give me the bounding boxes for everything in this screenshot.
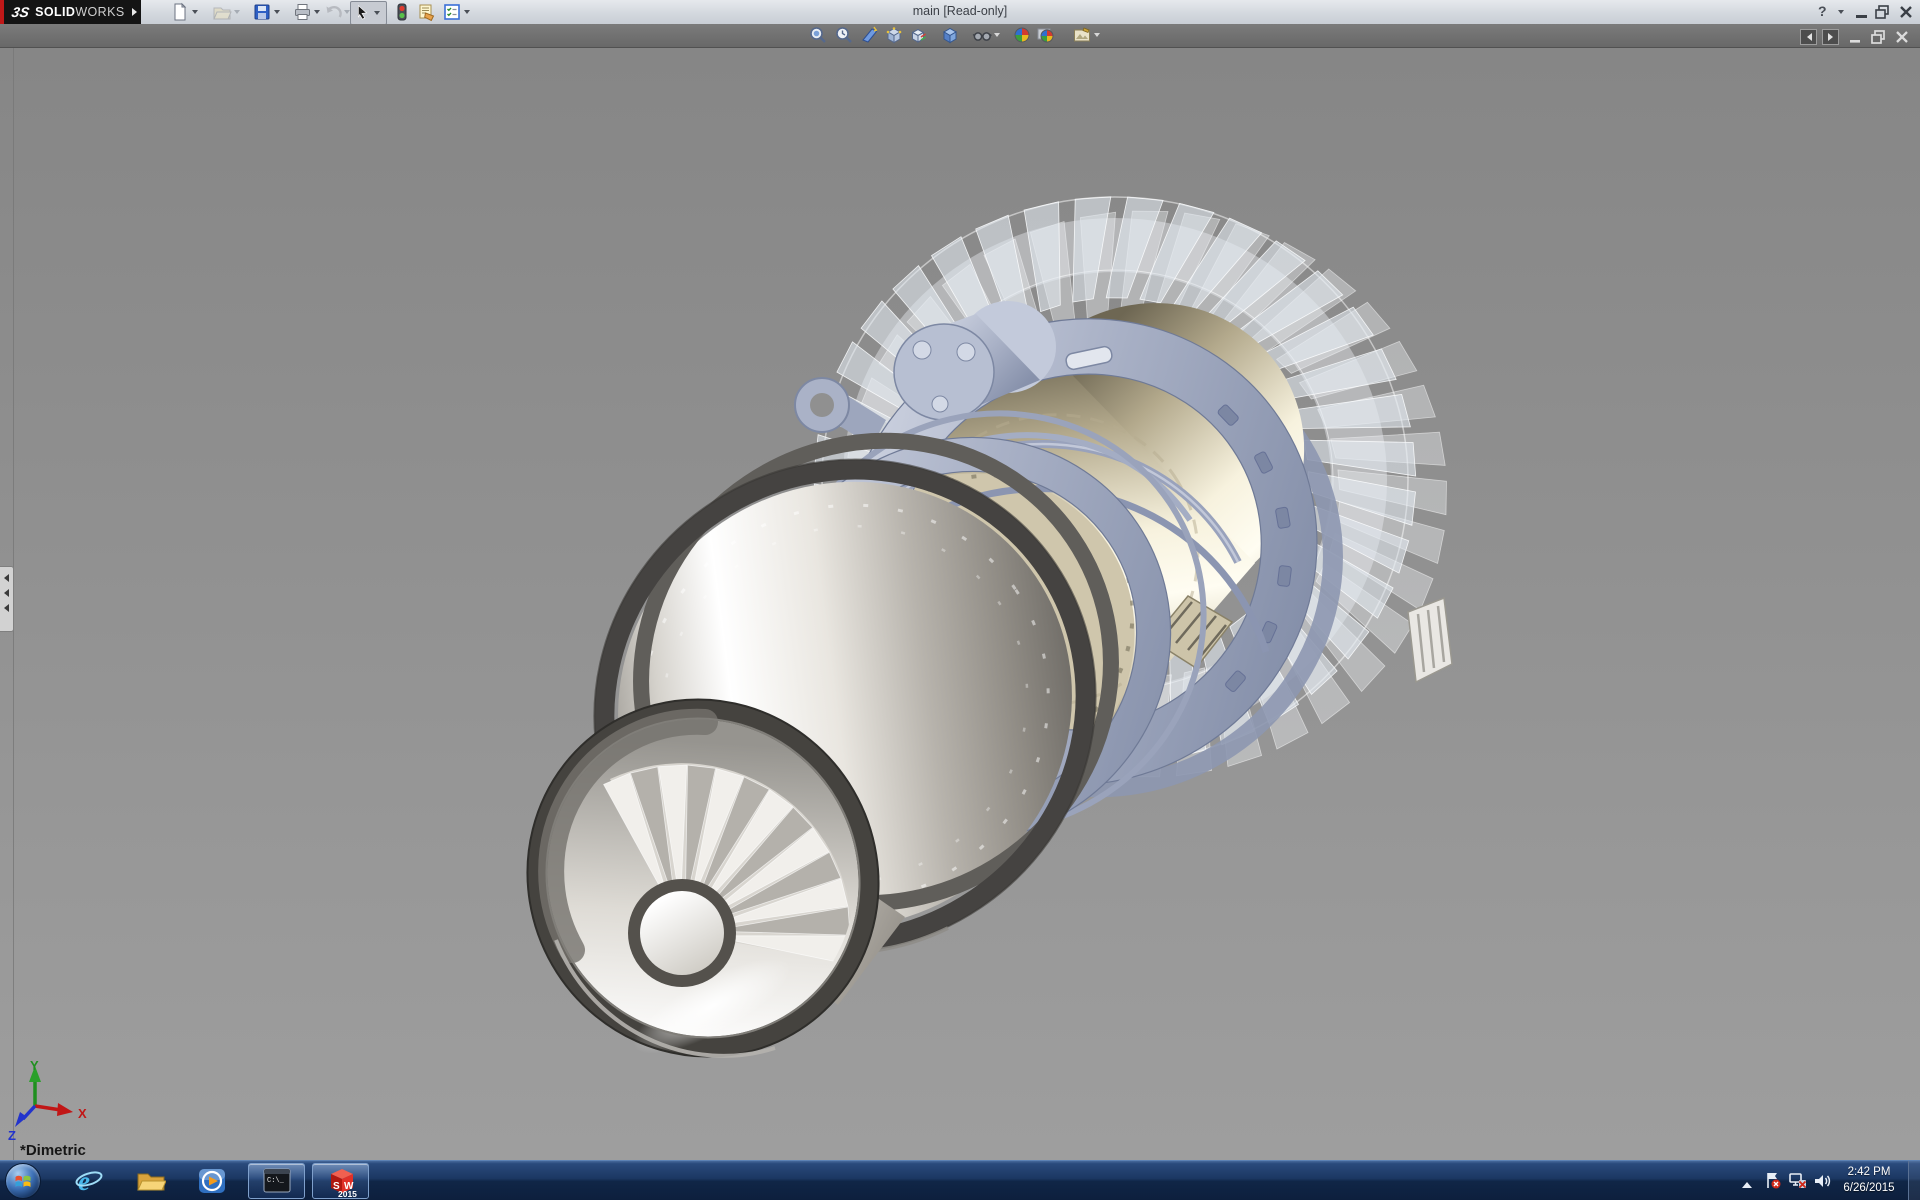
help-icon[interactable]: ? xyxy=(1818,3,1827,19)
solidworks-2015-button[interactable]: S W 2015 xyxy=(312,1163,369,1199)
shaded-view-cube-icon[interactable] xyxy=(940,25,960,45)
zoom-to-area-icon[interactable] xyxy=(834,25,854,45)
media-player-button[interactable] xyxy=(197,1166,227,1196)
restore-button[interactable] xyxy=(1872,2,1892,22)
svg-text:C:\_: C:\_ xyxy=(267,1177,285,1185)
command-prompt-button[interactable]: C:\_ xyxy=(248,1163,305,1199)
hide-show-items-icon[interactable] xyxy=(972,25,992,45)
volume-icon[interactable] xyxy=(1812,1171,1832,1191)
show-hidden-icons[interactable] xyxy=(1742,1177,1752,1188)
close-document-button[interactable] xyxy=(1892,27,1912,47)
start-button[interactable] xyxy=(5,1163,41,1199)
taskbar: e C:\_ S W 2 xyxy=(0,1160,1920,1200)
headsup-strip xyxy=(0,24,1920,48)
solidworks-window: Y X Z *Dimetric 3S SOLIDWORKS xyxy=(0,0,1920,1200)
feature-panel-flyout-tab[interactable] xyxy=(0,566,14,632)
triad-y-label: Y xyxy=(30,1058,39,1073)
section-view-icon[interactable] xyxy=(860,25,880,45)
zoom-to-fit-icon[interactable] xyxy=(808,25,828,45)
apply-scene-icon[interactable] xyxy=(1036,25,1056,45)
hide-show-dropdown[interactable] xyxy=(994,33,1000,40)
view-orientation-label: *Dimetric xyxy=(20,1142,86,1159)
close-button[interactable] xyxy=(1896,2,1916,22)
title-bar: 3S SOLIDWORKS xyxy=(0,0,1920,25)
svg-text:e: e xyxy=(78,1166,90,1196)
svg-text:2015: 2015 xyxy=(338,1189,357,1198)
action-center-flag-icon[interactable] xyxy=(1764,1171,1782,1191)
windows-explorer-button[interactable] xyxy=(136,1166,166,1196)
orientation-triad: Y X Z xyxy=(6,1056,106,1152)
display-style-icon[interactable] xyxy=(908,25,928,45)
clock-date: 6/26/2015 xyxy=(1836,1180,1902,1196)
network-status-icon[interactable] xyxy=(1788,1171,1808,1191)
minimize-button[interactable] xyxy=(1852,2,1872,22)
minimize-document-button[interactable] xyxy=(1846,27,1866,47)
window-title: main [Read-only] xyxy=(0,4,1920,18)
restore-document-button[interactable] xyxy=(1868,27,1888,47)
triad-z-label: Z xyxy=(8,1128,16,1143)
previous-window-button[interactable] xyxy=(1800,29,1817,45)
next-window-button[interactable] xyxy=(1822,29,1839,45)
windows-flag-icon xyxy=(13,1171,33,1191)
edit-appearance-icon[interactable] xyxy=(1012,25,1032,45)
view-settings-icon[interactable] xyxy=(1072,25,1092,45)
clock-time: 2:42 PM xyxy=(1836,1164,1902,1180)
show-desktop-button[interactable] xyxy=(1908,1161,1920,1200)
internet-explorer-button[interactable]: e xyxy=(74,1166,104,1196)
command-prompt-icon: C:\_ xyxy=(263,1168,291,1194)
triad-x-label: X xyxy=(78,1106,87,1121)
view-settings-dropdown[interactable] xyxy=(1094,33,1100,40)
view-orientation-icon[interactable] xyxy=(884,25,904,45)
help-dropdown[interactable] xyxy=(1838,10,1844,17)
clock[interactable]: 2:42 PM 6/26/2015 xyxy=(1836,1164,1902,1196)
solidworks-2015-icon: S W 2015 xyxy=(325,1166,359,1198)
graphics-area[interactable] xyxy=(0,47,1920,1160)
